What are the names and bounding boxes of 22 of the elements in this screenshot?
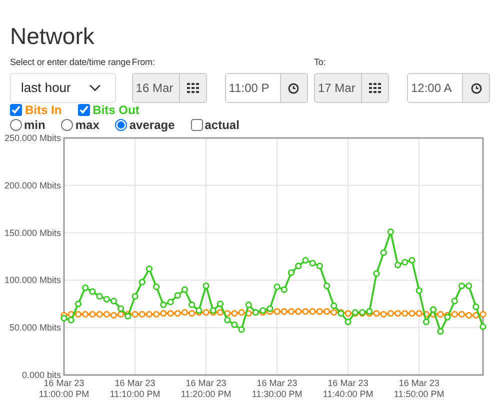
x-axis-label: 16 Mar 23 11:30:00 PM — [252, 378, 302, 399]
x-axis-label: 16 Mar 23 11:40:00 PM — [322, 378, 374, 399]
aggregation-label: average — [129, 117, 175, 134]
series-label: Bits In — [25, 102, 62, 119]
page-title: Network — [10, 22, 96, 50]
y-axis-label: 250.000 Mbits — [4, 133, 61, 143]
series-label: Bits Out — [92, 102, 140, 119]
aggregation-label: max — [75, 117, 100, 134]
to-label: To: — [314, 56, 327, 69]
x-axis-label: 16 Mar 23 11:20:00 PM — [180, 378, 232, 399]
range-label: Select or enter date/time range — [10, 56, 132, 69]
y-axis-label: 100.000 Mbits — [4, 275, 61, 286]
aggregation-label: min — [24, 117, 46, 134]
y-axis-label: 200.000 Mbits — [4, 180, 61, 190]
x-axis-label: 16 Mar 23 11:10:00 PM — [110, 378, 160, 399]
aggregation-label: actual — [204, 117, 240, 134]
y-axis-label: 50.000 Mbits — [9, 322, 61, 333]
y-axis-label: 150.000 Mbits — [4, 228, 61, 238]
from-label: From: — [132, 56, 156, 69]
x-axis-label: 16 Mar 23 11:50:00 PM — [394, 378, 444, 399]
y-axis-label: 0.000 bits — [22, 370, 61, 380]
x-axis-label: 16 Mar 23 11:00:00 PM — [38, 378, 90, 399]
